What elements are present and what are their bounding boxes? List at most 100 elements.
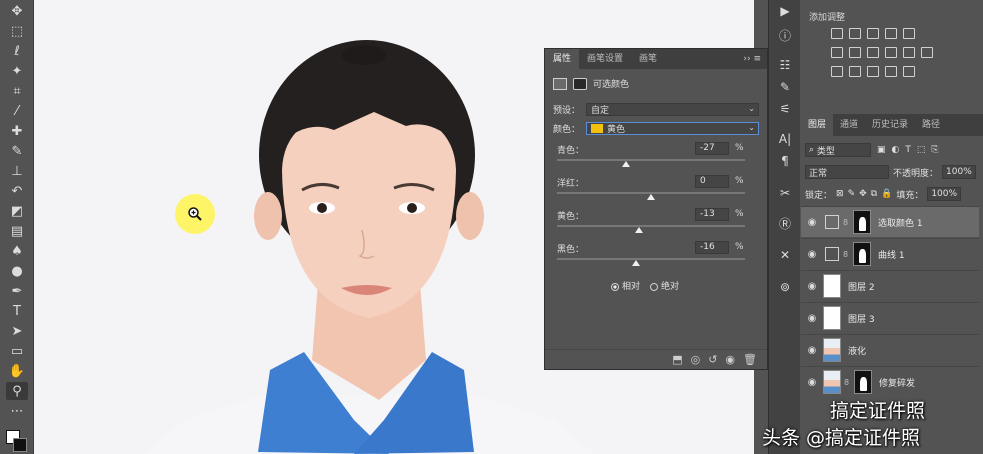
crop-tool-icon[interactable]: ⌗	[6, 82, 28, 100]
eye-icon[interactable]: ◉	[801, 313, 823, 324]
black-slider-track[interactable]	[557, 258, 745, 260]
eyedropper-tool-icon[interactable]: ⁄	[6, 102, 28, 120]
tool-presets-icon[interactable]: ✂	[776, 184, 794, 202]
yellow-slider-track[interactable]	[557, 225, 745, 227]
marquee-tool-icon[interactable]: ⬚	[6, 22, 28, 40]
filter-shape-icon[interactable]: ⬚	[917, 145, 926, 155]
yellow-value-input[interactable]: -13	[695, 208, 729, 221]
healing-brush-tool-icon[interactable]: ✚	[6, 122, 28, 140]
layer-row[interactable]: ◉ 液化	[801, 334, 979, 365]
layer-row[interactable]: ◉ 8 曲线 1	[801, 238, 979, 269]
paragraph-icon[interactable]: ¶	[776, 152, 794, 170]
layer-row[interactable]: ◉ 8 选取颜色 1	[801, 206, 979, 237]
lock-transparent-icon[interactable]: ⊠	[836, 189, 844, 199]
tab-history[interactable]: 历史记录	[865, 114, 915, 136]
photo-filter-icon[interactable]	[885, 47, 897, 58]
path-selection-tool-icon[interactable]: ➤	[6, 322, 28, 340]
info-icon[interactable]: ⓘ	[776, 26, 794, 44]
color-lookup-icon[interactable]	[921, 47, 933, 58]
lasso-tool-icon[interactable]: ℓ	[6, 42, 28, 60]
visibility-eye-icon[interactable]: ◉	[725, 353, 735, 366]
absolute-radio[interactable]: 绝对	[650, 279, 679, 292]
character-icon[interactable]: A|	[776, 130, 794, 148]
yellow-slider-thumb[interactable]	[634, 227, 643, 233]
lock-position-icon[interactable]: ✥	[859, 189, 867, 199]
layer-row[interactable]: ◉ 图层 3	[801, 302, 979, 333]
lock-pixels-icon[interactable]: ✎	[848, 189, 856, 199]
tab-brush-settings[interactable]: 画笔设置	[579, 49, 631, 69]
filter-kind-dropdown[interactable]: ⌕ 类型	[805, 143, 871, 157]
properties-icon[interactable]: ☷	[776, 56, 794, 74]
zoom-tool-icon[interactable]: ⚲	[6, 382, 28, 400]
cross-tools-icon[interactable]: ✕	[776, 246, 794, 264]
brush-panel-icon[interactable]: ✎	[776, 78, 794, 96]
preset-dropdown[interactable]: 自定 ⌄	[586, 103, 759, 116]
filter-adjustment-icon[interactable]: ◐	[892, 145, 900, 155]
background-color-swatch[interactable]	[13, 438, 27, 452]
filter-type-icon[interactable]: T	[905, 145, 911, 155]
levels-icon[interactable]	[849, 28, 861, 39]
eye-icon[interactable]: ◉	[801, 281, 823, 292]
blend-mode-dropdown[interactable]: 正常	[805, 165, 889, 179]
channel-mixer-icon[interactable]	[903, 47, 915, 58]
brush-settings-icon[interactable]: ⚟	[776, 100, 794, 118]
libraries-icon[interactable]: ⊚	[776, 278, 794, 296]
layer-mask-thumbnail[interactable]	[854, 370, 872, 394]
filter-smart-icon[interactable]: ⎘	[931, 145, 938, 155]
tab-channels[interactable]: 通道	[833, 114, 865, 136]
tab-paths[interactable]: 路径	[915, 114, 947, 136]
magenta-value-input[interactable]: 0	[695, 175, 729, 188]
play-icon[interactable]: ▶	[776, 2, 794, 20]
type-tool-icon[interactable]: T	[6, 302, 28, 320]
black-white-icon[interactable]	[867, 47, 879, 58]
vibrance-icon[interactable]	[903, 28, 915, 39]
blur-tool-icon[interactable]: ♠	[6, 242, 28, 260]
eye-icon[interactable]: ◉	[801, 345, 823, 356]
gradient-tool-icon[interactable]: ▤	[6, 222, 28, 240]
magic-wand-tool-icon[interactable]: ✦	[6, 62, 28, 80]
delete-icon[interactable]: 🗑	[743, 353, 757, 366]
reset-icon[interactable]: ↺	[708, 353, 717, 366]
cyan-slider-track[interactable]	[557, 159, 745, 161]
more-tools-icon[interactable]: ⋯	[6, 402, 28, 420]
clip-to-layer-icon[interactable]: ⬒	[672, 353, 682, 366]
brush-tool-icon[interactable]: ✎	[6, 142, 28, 160]
opacity-input[interactable]: 100%	[942, 165, 977, 179]
move-tool-icon[interactable]: ✥	[6, 2, 28, 20]
cyan-value-input[interactable]: -27	[695, 142, 729, 155]
hand-tool-icon[interactable]: ✋	[6, 362, 28, 380]
adjustment-layer-icon[interactable]	[553, 77, 567, 90]
tab-brush[interactable]: 画笔	[631, 49, 665, 69]
colors-dropdown[interactable]: 黄色 ⌄	[586, 122, 759, 135]
view-previous-state-icon[interactable]: ◎	[691, 353, 701, 366]
layer-row[interactable]: ◉ 8 修复碎发	[801, 366, 979, 397]
selective-color-icon[interactable]	[903, 66, 915, 77]
black-slider-thumb[interactable]	[631, 260, 640, 266]
ra-plugin-icon[interactable]: Ⓡ	[776, 214, 794, 232]
cyan-slider-thumb[interactable]	[621, 161, 630, 167]
layer-mask-thumbnail[interactable]	[853, 242, 871, 266]
posterize-icon[interactable]	[849, 66, 861, 77]
brightness-icon[interactable]	[831, 28, 843, 39]
tab-layers[interactable]: 图层	[801, 114, 834, 136]
layer-row[interactable]: ◉ 图层 2	[801, 270, 979, 301]
eye-icon[interactable]: ◉	[801, 377, 823, 388]
lock-all-icon[interactable]: 🔒	[881, 189, 892, 199]
pen-tool-icon[interactable]: ✒	[6, 282, 28, 300]
fill-input[interactable]: 100%	[927, 187, 962, 201]
tab-properties[interactable]: 属性	[545, 49, 580, 69]
rectangle-tool-icon[interactable]: ▭	[6, 342, 28, 360]
filter-pixel-icon[interactable]: ▣	[877, 145, 886, 155]
black-value-input[interactable]: -16	[695, 241, 729, 254]
magenta-slider-thumb[interactable]	[647, 194, 655, 200]
panel-menu-icon[interactable]: ›› ≡	[737, 54, 767, 64]
threshold-icon[interactable]	[867, 66, 879, 77]
hue-saturation-icon[interactable]	[831, 47, 843, 58]
eye-icon[interactable]: ◉	[801, 217, 823, 228]
color-balance-icon[interactable]	[849, 47, 861, 58]
dodge-tool-icon[interactable]: ●	[6, 262, 28, 280]
history-brush-tool-icon[interactable]: ↶	[6, 182, 28, 200]
lock-artboard-icon[interactable]: ⧉	[871, 189, 877, 199]
layer-mask-icon[interactable]	[573, 77, 587, 90]
curves-icon[interactable]	[867, 28, 879, 39]
